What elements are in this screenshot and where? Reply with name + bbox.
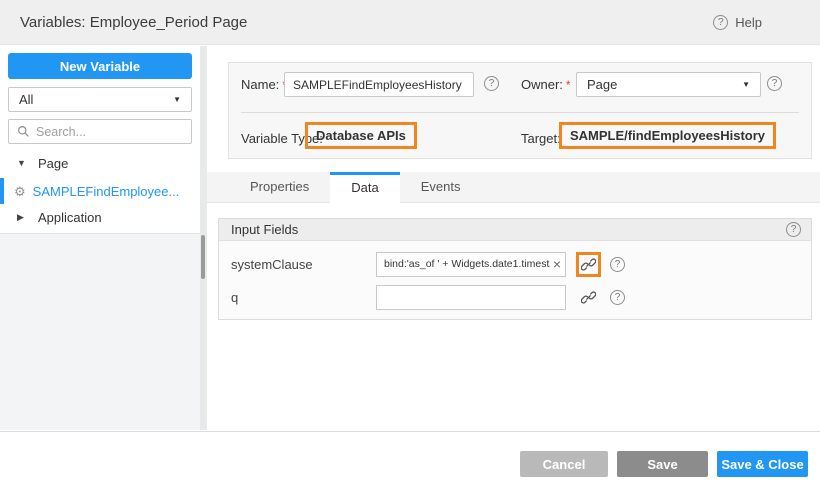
search-input[interactable] xyxy=(36,125,183,139)
help-label: Help xyxy=(735,15,762,30)
panel-divider xyxy=(241,112,799,113)
name-help-icon[interactable]: ? xyxy=(484,76,499,91)
owner-dropdown-value: Page xyxy=(587,77,617,92)
required-marker: * xyxy=(566,78,571,92)
owner-help-icon[interactable]: ? xyxy=(767,76,782,91)
dialog-header: Variables: Employee_Period Page ? Help xyxy=(0,0,820,45)
tree-node-application[interactable]: ▶ Application xyxy=(0,206,200,228)
sidebar-scrollbar[interactable] xyxy=(200,46,207,430)
bind-link-icon[interactable] xyxy=(576,285,601,310)
systemclause-value: bind:'as_of ' + Widgets.date1.timestam xyxy=(384,258,550,270)
sidebar-filler xyxy=(0,233,200,430)
page-title: Variables: Employee_Period Page xyxy=(20,14,247,31)
tree-node-application-label: Application xyxy=(38,210,102,225)
name-label-text: Name: xyxy=(241,77,279,92)
save-close-button[interactable]: Save & Close xyxy=(717,451,808,477)
search-icon xyxy=(17,125,30,138)
tree-node-page[interactable]: ▼ Page xyxy=(0,152,200,174)
sidebar: New Variable All ▼ ▼ Page ⚙ SAMPLEFindEm… xyxy=(0,46,200,430)
tab-data[interactable]: Data xyxy=(330,172,399,203)
chevron-down-icon: ▼ xyxy=(173,95,181,104)
cancel-button[interactable]: Cancel xyxy=(520,451,608,477)
help-link[interactable]: ? Help xyxy=(713,15,762,30)
dialog-footer: Cancel Save Save & Close xyxy=(0,431,820,489)
caret-down-icon[interactable]: ▼ xyxy=(17,158,27,168)
target-value: SAMPLE/findEmployeesHistory xyxy=(559,122,776,149)
owner-label: Owner:* xyxy=(521,77,571,92)
save-button[interactable]: Save xyxy=(617,451,708,477)
q-label: q xyxy=(231,290,376,305)
caret-right-icon[interactable]: ▶ xyxy=(17,212,27,223)
clear-icon[interactable]: × xyxy=(553,257,561,271)
help-icon: ? xyxy=(713,15,728,30)
filter-dropdown[interactable]: All ▼ xyxy=(8,87,192,112)
filter-dropdown-value: All xyxy=(19,92,33,107)
systemclause-input[interactable]: bind:'as_of ' + Widgets.date1.timestam × xyxy=(376,252,566,277)
input-fields-help-icon[interactable]: ? xyxy=(786,222,801,237)
systemclause-label: systemClause xyxy=(231,257,376,272)
scrollbar-thumb[interactable] xyxy=(201,235,205,279)
search-box[interactable] xyxy=(8,119,192,144)
systemclause-help-icon[interactable]: ? xyxy=(610,257,625,272)
chain-link-icon xyxy=(581,290,596,305)
chevron-down-icon: ▼ xyxy=(742,80,750,89)
field-row-systemclause: systemClause bind:'as_of ' + Widgets.dat… xyxy=(231,251,811,277)
input-fields-section: Input Fields ? systemClause bind:'as_of … xyxy=(218,218,812,320)
input-fields-header: Input Fields ? xyxy=(219,219,811,241)
name-label: Name:* xyxy=(241,77,287,92)
tab-events[interactable]: Events xyxy=(400,172,482,202)
chain-link-icon xyxy=(581,257,596,272)
new-variable-button[interactable]: New Variable xyxy=(8,53,192,79)
owner-label-text: Owner: xyxy=(521,77,563,92)
tab-bar: Properties Data Events xyxy=(207,172,820,203)
variable-summary-panel: Name:* ? Owner:* Page ▼ ? Variable Type:… xyxy=(228,62,812,159)
tree-node-page-label: Page xyxy=(38,156,68,171)
q-input[interactable] xyxy=(376,285,566,310)
tab-properties[interactable]: Properties xyxy=(229,172,330,202)
owner-dropdown[interactable]: Page ▼ xyxy=(576,72,761,97)
q-help-icon[interactable]: ? xyxy=(610,290,625,305)
service-variable-icon: ⚙ xyxy=(14,185,26,198)
main-panel: Name:* ? Owner:* Page ▼ ? Variable Type:… xyxy=(207,46,820,430)
bind-link-icon[interactable] xyxy=(576,252,601,277)
variable-type-value: Database APIs xyxy=(305,122,417,149)
name-input[interactable] xyxy=(284,72,474,97)
tree-node-variable-label: SAMPLEFindEmployee... xyxy=(33,184,180,199)
variables-dialog: Variables: Employee_Period Page ? Help N… xyxy=(0,0,820,489)
tree-node-variable-selected[interactable]: ⚙ SAMPLEFindEmployee... xyxy=(0,178,200,204)
input-fields-title: Input Fields xyxy=(231,222,298,237)
field-row-q: q ? xyxy=(231,284,811,310)
target-label: Target: xyxy=(521,131,561,146)
